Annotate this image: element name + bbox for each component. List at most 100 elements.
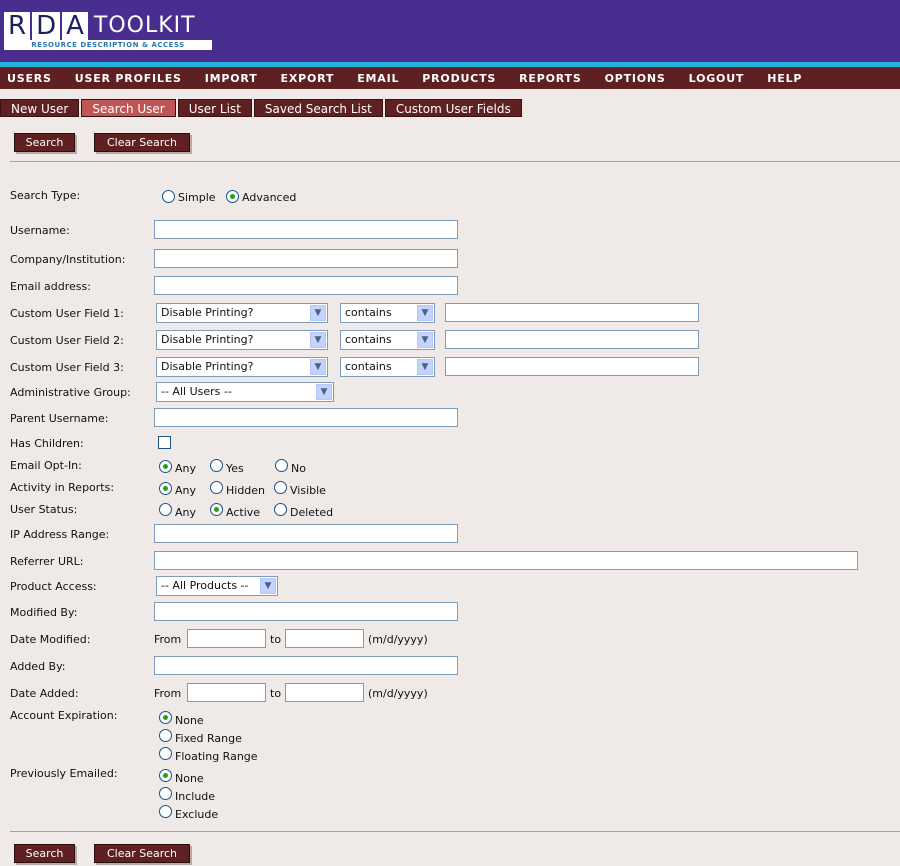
activity-visible-label: Visible [290,484,326,497]
activity-visible-radio[interactable] [274,481,287,494]
custom-field-1-select[interactable]: Disable Printing? ▼ [156,303,328,323]
custom-field-1-value: Disable Printing? [161,306,254,319]
nav-options[interactable]: OPTIONS [605,72,666,85]
custom-field-3-operator[interactable]: contains ▼ [340,357,435,377]
search-button-top[interactable]: Search [14,133,75,152]
rda-toolkit-logo[interactable]: R D A TOOLKIT RESOURCE DESCRIPTION & ACC… [4,10,214,52]
logo-letter: A [62,12,88,40]
custom-field-3-operator-value: contains [345,360,392,373]
nav-import[interactable]: IMPORT [205,72,258,85]
custom-field-3-value: Disable Printing? [161,360,254,373]
account-expiration-floating-radio[interactable] [159,747,172,760]
user-status-active-radio[interactable] [210,503,223,516]
user-status-label: User Status: [10,503,78,516]
nav-email[interactable]: EMAIL [357,72,399,85]
has-children-checkbox[interactable] [158,436,171,449]
date-added-from-label: From [154,687,182,700]
email-optin-any-label: Any [175,462,197,475]
custom-field-2-select[interactable]: Disable Printing? ▼ [156,330,328,350]
clear-search-button-top[interactable]: Clear Search [94,133,190,152]
nav-export[interactable]: EXPORT [281,72,335,85]
admin-group-select[interactable]: -- All Users -- ▼ [156,382,334,402]
clear-search-button-bottom[interactable]: Clear Search [94,844,190,863]
nav-logout[interactable]: LOGOUT [689,72,745,85]
modified-by-input[interactable] [154,602,458,621]
search-type-simple-label: Simple [178,191,216,204]
nav-users[interactable]: USERS [7,72,52,85]
divider-bottom [10,831,900,832]
previously-emailed-include-radio[interactable] [159,787,172,800]
custom-field-2-operator[interactable]: contains ▼ [340,330,435,350]
ip-range-input[interactable] [154,524,458,543]
activity-hidden-label: Hidden [226,484,266,497]
added-by-input[interactable] [154,656,458,675]
date-modified-to-label: to [270,633,282,646]
search-type-advanced-radio[interactable] [226,190,239,203]
custom-field-2-label: Custom User Field 2: [10,334,124,347]
referrer-url-input[interactable] [154,551,858,570]
custom-field-1-operator-value: contains [345,306,392,319]
chevron-down-icon: ▼ [417,359,433,375]
chevron-down-icon: ▼ [310,359,326,375]
custom-field-1-operator[interactable]: contains ▼ [340,303,435,323]
account-expiration-label: Account Expiration: [10,709,118,722]
account-expiration-fixed-label: Fixed Range [175,732,242,745]
tab-new-user[interactable]: New User [0,99,80,117]
username-label: Username: [10,224,70,237]
modified-by-label: Modified By: [10,606,78,619]
search-button-bottom[interactable]: Search [14,844,75,863]
email-optin-yes-label: Yes [226,462,244,475]
chevron-down-icon: ▼ [310,305,326,321]
chevron-down-icon: ▼ [260,578,276,594]
activity-any-radio[interactable] [159,482,172,495]
email-optin-no-radio[interactable] [275,459,288,472]
admin-group-value: -- All Users -- [161,385,232,398]
date-modified-from-input[interactable] [187,629,266,648]
chevron-down-icon: ▼ [310,332,326,348]
product-access-select[interactable]: -- All Products -- ▼ [156,576,278,596]
activity-hidden-radio[interactable] [210,481,223,494]
email-optin-any-radio[interactable] [159,460,172,473]
nav-user-profiles[interactable]: USER PROFILES [75,72,182,85]
tab-custom-user-fields[interactable]: Custom User Fields [384,99,522,117]
custom-field-3-select[interactable]: Disable Printing? ▼ [156,357,328,377]
email-label: Email address: [10,280,91,293]
account-expiration-none-label: None [175,714,204,727]
account-expiration-none-radio[interactable] [159,711,172,724]
site-header: R D A TOOLKIT RESOURCE DESCRIPTION & ACC… [0,0,900,62]
sub-tabs: New User Search User User List Saved Sea… [0,99,524,117]
date-added-to-input[interactable] [285,683,364,702]
previously-emailed-include-label: Include [175,790,216,803]
email-input[interactable] [154,276,458,295]
user-status-deleted-radio[interactable] [274,503,287,516]
tab-saved-search-list[interactable]: Saved Search List [253,99,383,117]
tab-search-user[interactable]: Search User [81,99,176,117]
user-status-deleted-label: Deleted [290,506,334,519]
custom-field-1-label: Custom User Field 1: [10,307,124,320]
previously-emailed-none-radio[interactable] [159,769,172,782]
nav-help[interactable]: HELP [767,72,802,85]
nav-products[interactable]: PRODUCTS [422,72,496,85]
date-modified-from-label: From [154,633,182,646]
search-type-label: Search Type: [10,189,81,202]
company-input[interactable] [154,249,458,268]
custom-field-3-value-input[interactable] [445,357,699,376]
chevron-down-icon: ▼ [417,305,433,321]
username-input[interactable] [154,220,458,239]
date-modified-to-input[interactable] [285,629,364,648]
date-added-from-input[interactable] [187,683,266,702]
account-expiration-fixed-radio[interactable] [159,729,172,742]
custom-field-1-value-input[interactable] [445,303,699,322]
user-status-any-radio[interactable] [159,503,172,516]
custom-field-3-label: Custom User Field 3: [10,361,124,374]
previously-emailed-label: Previously Emailed: [10,767,118,780]
custom-field-2-value-input[interactable] [445,330,699,349]
parent-username-input[interactable] [154,408,458,427]
previously-emailed-exclude-radio[interactable] [159,805,172,818]
nav-reports[interactable]: REPORTS [519,72,581,85]
tab-user-list[interactable]: User List [177,99,252,117]
logo-letter: R [4,12,31,40]
search-type-simple-radio[interactable] [162,190,175,203]
email-optin-yes-radio[interactable] [210,459,223,472]
product-access-label: Product Access: [10,580,97,593]
